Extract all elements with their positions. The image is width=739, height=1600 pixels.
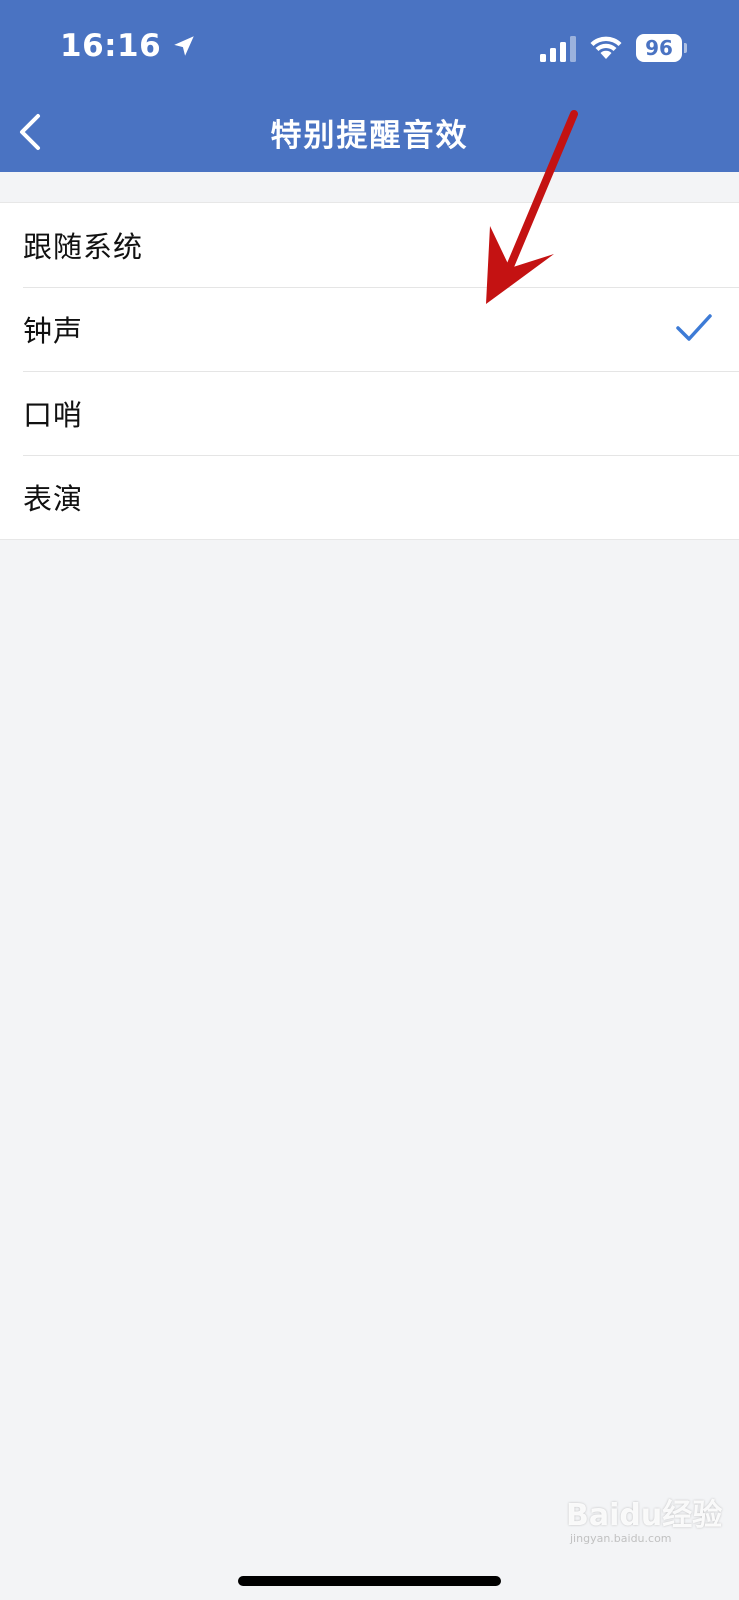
page-title: 特别提醒音效: [270, 118, 469, 154]
option-performance[interactable]: 表演: [0, 455, 739, 539]
option-bell[interactable]: 钟声: [0, 287, 739, 371]
option-label: 跟随系统: [23, 230, 144, 264]
option-label: 表演: [23, 482, 84, 516]
option-label: 口哨: [23, 398, 84, 432]
option-follow-system[interactable]: 跟随系统: [0, 203, 739, 287]
home-indicator[interactable]: [238, 1576, 501, 1586]
time-label: 16:16: [60, 28, 162, 64]
annotation-arrow-icon: [486, 110, 578, 304]
wifi-icon: [590, 36, 622, 59]
watermark-url: jingyan.baidu.com: [570, 1532, 672, 1545]
baidu-watermark: Baidu经验: [566, 1498, 723, 1533]
location-arrow-icon: [174, 36, 194, 56]
cellular-signal-icon: [540, 36, 576, 62]
battery-tip: [684, 43, 687, 53]
status-bar-time: 16:16: [60, 28, 197, 64]
checkmark-icon: [676, 314, 712, 341]
battery-level: 96: [636, 34, 682, 62]
app-header: 16:16 96 特别提醒音效: [0, 0, 739, 172]
battery-indicator: 96: [636, 34, 687, 62]
option-label: 钟声: [23, 314, 84, 348]
sound-options-list: 跟随系统 钟声 口哨 表演: [0, 202, 739, 540]
option-whistle[interactable]: 口哨: [0, 371, 739, 455]
